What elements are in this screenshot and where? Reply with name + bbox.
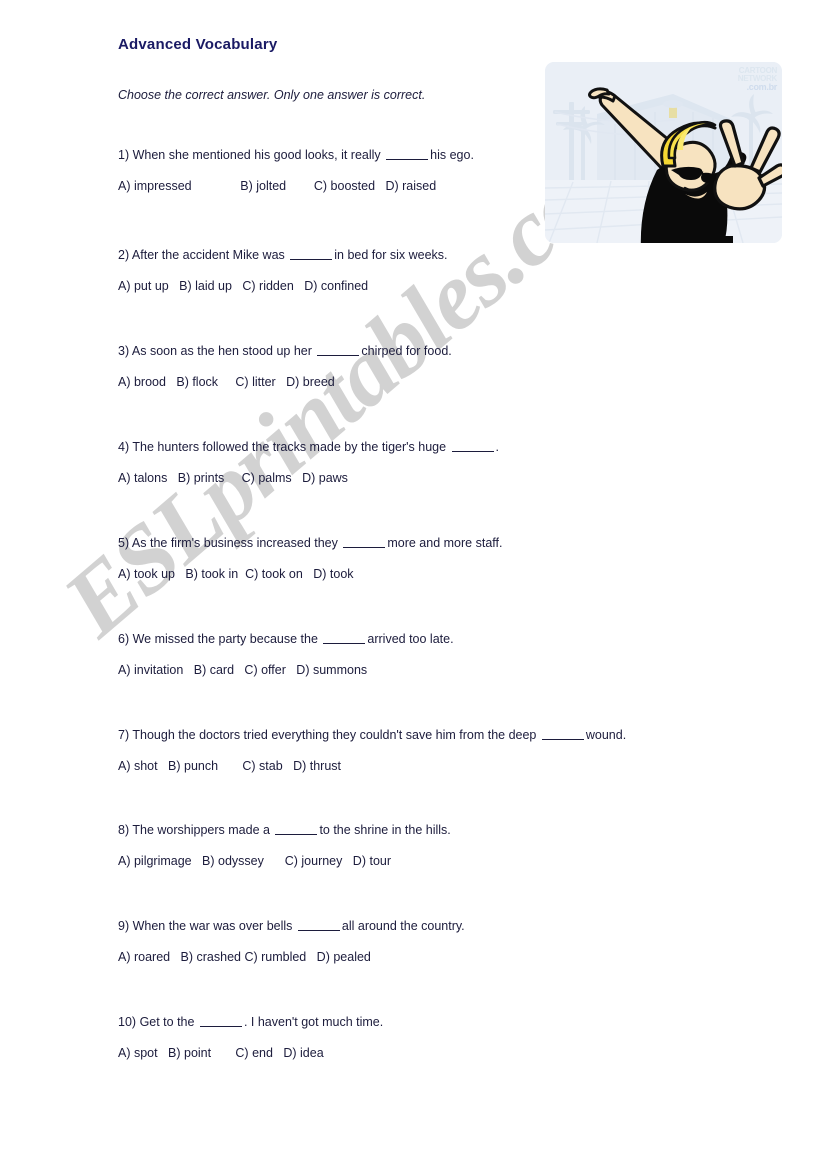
page-title: Advanced Vocabulary [118,36,278,53]
question-number: 7) [118,728,130,742]
question-text-before-blank: As soon as the hen stood up her [131,344,312,358]
worksheet-page: Advanced Vocabulary Choose the correct a… [0,0,821,1169]
question-block: 1) When she mentioned his good looks, it… [118,148,718,193]
answer-options-row: A) shot B) punch C) stab D) thrust [118,759,341,773]
answer-blank[interactable] [290,248,333,260]
question-text-before-blank: Though the doctors tried everything they… [132,728,537,742]
question-prompt: 2) After the accident Mike was in bed fo… [118,248,718,262]
question-text-before-blank: The hunters followed the tracks made by … [132,440,447,454]
question-text-before-blank: When the war was over bells [132,919,293,933]
question-text-after-blank: . [495,440,500,454]
question-text-before-blank: The worshippers made a [132,823,270,837]
question-block: 9) When the war was over bells all aroun… [118,919,718,964]
answer-blank[interactable] [297,919,340,931]
question-text-after-blank: to the shrine in the hills. [319,823,451,837]
question-block: 8) The worshippers made a to the shrine … [118,823,718,868]
answer-options-row: A) impressed B) jolted C) boosted D) rai… [118,179,437,193]
answer-blank[interactable] [451,440,494,452]
question-prompt: 10) Get to the . I haven't got much time… [118,1015,718,1029]
answer-blank[interactable] [386,148,429,160]
question-prompt: 7) Though the doctors tried everything t… [118,728,718,742]
answer-options-row: A) put up B) laid up C) ridden D) confin… [118,279,369,293]
answer-options-row: A) took up B) took in C) took on D) took [118,567,354,581]
question-number: 1) [118,148,130,162]
question-prompt: 8) The worshippers made a to the shrine … [118,823,718,837]
question-text-after-blank: all around the country. [341,919,465,933]
question-block: 10) Get to the . I haven't got much time… [118,1015,718,1060]
answer-blank[interactable] [343,536,386,548]
question-number: 3) [118,344,130,358]
answer-options-row: A) pilgrimage B) odyssey C) journey D) t… [118,854,392,868]
answer-blank[interactable] [323,632,366,644]
cartoonnetwork-watermark: CARTOON NETWORK .com.br [738,67,778,92]
question-text-after-blank: arrived too late. [367,632,454,646]
question-text-before-blank: Get to the [139,1015,195,1029]
question-text-after-blank: his ego. [430,148,474,162]
question-text-before-blank: When she mentioned his good looks, it re… [132,148,381,162]
answer-blank[interactable] [199,1015,242,1027]
question-prompt: 9) When the war was over bells all aroun… [118,919,718,933]
question-number: 5) [118,536,130,550]
question-prompt: 3) As soon as the hen stood up her chirp… [118,344,718,358]
question-number: 4) [118,440,130,454]
question-prompt: 1) When she mentioned his good looks, it… [118,148,718,162]
question-block: 4) The hunters followed the tracks made … [118,440,718,485]
answer-blank[interactable] [317,344,360,356]
question-number: 10) [118,1015,137,1029]
question-number: 9) [118,919,130,933]
answer-options-row: A) talons B) prints C) palms D) paws [118,471,348,485]
question-text-after-blank: . I haven't got much time. [243,1015,384,1029]
question-number: 6) [118,632,130,646]
question-block: 6) We missed the party because the arriv… [118,632,718,677]
question-text-before-blank: After the accident Mike was [131,248,285,262]
question-number: 2) [118,248,130,262]
question-block: 2) After the accident Mike was in bed fo… [118,248,718,293]
question-prompt: 5) As the firm's business increased they… [118,536,718,550]
question-text-before-blank: As the firm's business increased they [131,536,338,550]
cn-watermark-line3: .com.br [746,82,778,92]
question-text-after-blank: in bed for six weeks. [334,248,448,262]
question-prompt: 6) We missed the party because the arriv… [118,632,718,646]
answer-options-row: A) invitation B) card C) offer D) summon… [118,663,368,677]
answer-options-row: A) roared B) crashed C) rumbled D) peale… [118,950,371,964]
question-number: 8) [118,823,130,837]
answer-blank[interactable] [541,728,584,740]
question-block: 7) Though the doctors tried everything t… [118,728,718,773]
question-block: 3) As soon as the hen stood up her chirp… [118,344,718,389]
answer-options-row: A) brood B) flock C) litter D) breed [118,375,335,389]
question-text-after-blank: more and more staff. [387,536,503,550]
instructions-text: Choose the correct answer. Only one answ… [118,88,426,102]
question-block: 5) As the firm's business increased they… [118,536,718,581]
question-prompt: 4) The hunters followed the tracks made … [118,440,718,454]
answer-options-row: A) spot B) point C) end D) idea [118,1046,324,1060]
question-text-after-blank: wound. [585,728,627,742]
answer-blank[interactable] [275,823,318,835]
question-text-after-blank: chirped for food. [361,344,452,358]
question-text-before-blank: We missed the party because the [132,632,318,646]
